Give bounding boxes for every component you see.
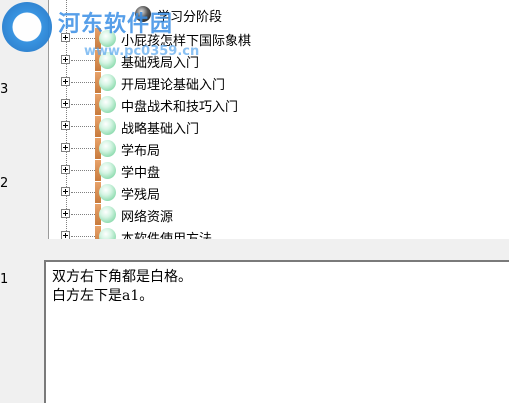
tree-item[interactable]: 基础残局入门 — [49, 50, 509, 72]
tree-item-label: 开局理论基础入门 — [121, 78, 226, 93]
tree-item-label: 中盘战术和技巧入门 — [121, 100, 239, 115]
book-orb-icon — [95, 138, 116, 159]
tree-item[interactable]: 网络资源 — [49, 204, 509, 226]
notes-text-area[interactable]: 双方右下角都是白格。 白方左下是a1。 — [44, 260, 509, 403]
row-number-3: 3 — [0, 82, 9, 97]
tree-item[interactable]: 学中盘 — [49, 160, 509, 182]
tree-connector — [71, 148, 97, 149]
tree-connector — [71, 82, 97, 83]
dark-orb-icon — [135, 6, 151, 22]
notes-line: 白方左下是a1。 — [52, 288, 154, 304]
tree-item-label: 学中盘 — [121, 166, 161, 181]
book-orb-icon — [95, 226, 116, 239]
tree-item[interactable]: 小屁孩怎样下国际象棋 — [49, 28, 509, 50]
tree-item-label: 战略基础入门 — [121, 122, 200, 137]
tree-item-label: 小屁孩怎样下国际象棋 — [121, 34, 252, 49]
tree-item-label: 网络资源 — [121, 210, 174, 225]
book-orb-icon — [95, 182, 116, 203]
tree-connector — [71, 126, 97, 127]
book-orb-icon — [95, 160, 116, 181]
tree-scroll-area[interactable] — [48, 239, 509, 247]
expand-icon[interactable] — [61, 121, 70, 130]
expand-icon[interactable] — [61, 55, 70, 64]
tree-connector — [71, 170, 97, 171]
expand-icon[interactable] — [61, 77, 70, 86]
tree-item[interactable]: 中盘战术和技巧入门 — [49, 94, 509, 116]
expand-icon[interactable] — [61, 99, 70, 108]
expand-icon[interactable] — [61, 165, 70, 174]
tree-item[interactable]: 开局理论基础入门 — [49, 72, 509, 94]
tree-connector — [71, 104, 97, 105]
watermark-logo-icon — [2, 2, 52, 52]
row-number-1: 1 — [0, 272, 9, 287]
expand-icon[interactable] — [61, 209, 70, 218]
tree-item[interactable]: 学习分阶段 — [49, 4, 509, 26]
tree-item[interactable]: 战略基础入门 — [49, 116, 509, 138]
book-orb-icon — [95, 50, 116, 71]
tree-connector — [71, 60, 97, 61]
tree-connector — [71, 192, 97, 193]
tree-view[interactable]: 学习分阶段 小屁孩怎样下国际象棋 基础残局入门 开局理论基础入门 中盘战术和技巧… — [48, 0, 509, 240]
tree-item-label: 基础残局入门 — [121, 56, 200, 71]
tree-connector — [71, 214, 97, 215]
book-orb-icon — [95, 28, 116, 49]
book-orb-icon — [95, 116, 116, 137]
book-orb-icon — [95, 72, 116, 93]
tree-item[interactable]: 学布局 — [49, 138, 509, 160]
book-orb-icon — [95, 94, 116, 115]
expand-icon[interactable] — [61, 143, 70, 152]
tree-connector — [71, 236, 97, 237]
expand-icon[interactable] — [61, 33, 70, 42]
row-number-2: 2 — [0, 176, 9, 191]
tree-item-label: 学残局 — [121, 188, 161, 203]
notes-line: 双方右下角都是白格。 — [52, 269, 192, 285]
tree-item[interactable]: 学残局 — [49, 182, 509, 204]
tree-item-label: 学布局 — [121, 144, 161, 159]
tree-item-label: 学习分阶段 — [157, 10, 223, 25]
tree-item[interactable]: 本软件使用方法 — [49, 226, 509, 239]
book-orb-icon — [95, 204, 116, 225]
expand-icon[interactable] — [61, 187, 70, 196]
tree-connector — [71, 38, 97, 39]
